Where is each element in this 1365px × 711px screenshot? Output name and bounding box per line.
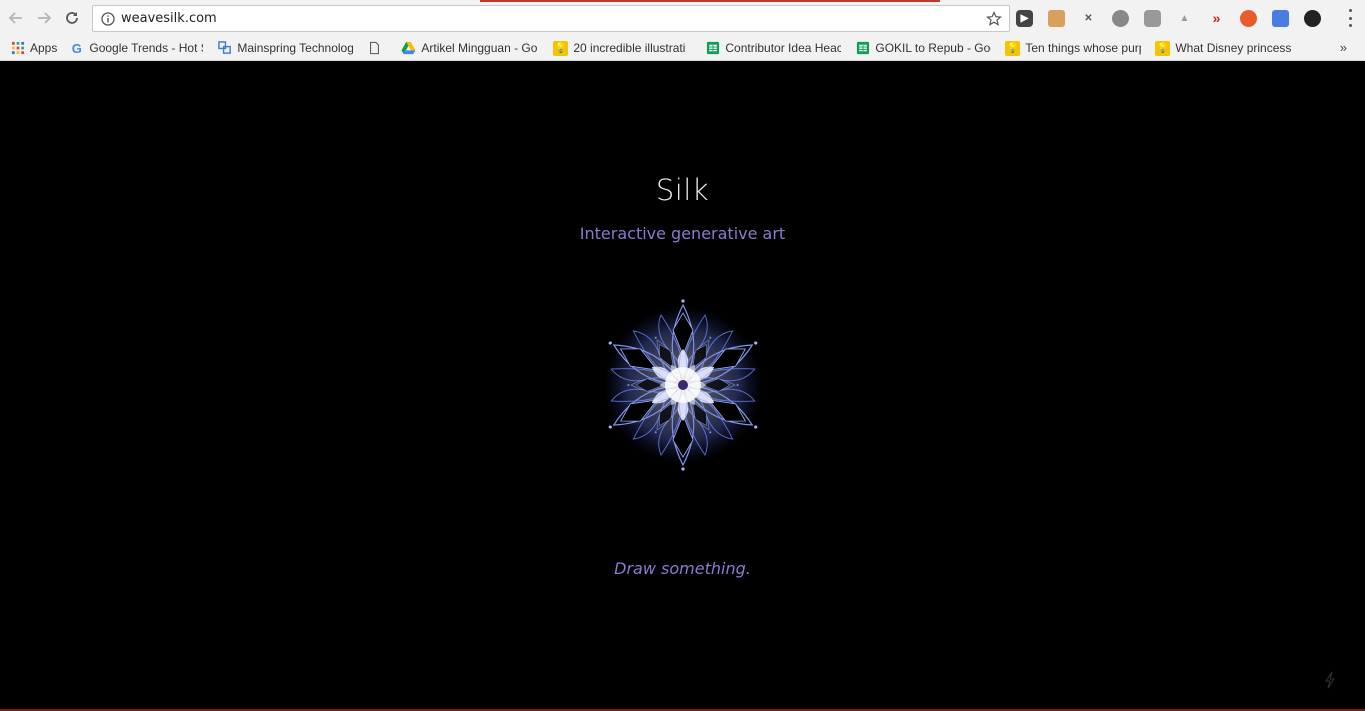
- bookmark-artikel-mingguan[interactable]: Artikel Mingguan - Go: [401, 38, 539, 58]
- silk-canvas[interactable]: Silk Interactive generative art Draw som…: [0, 62, 1365, 711]
- back-arrow-icon: [8, 12, 22, 24]
- mainspring-icon: [217, 41, 232, 56]
- chat-extension-icon[interactable]: [1272, 9, 1289, 27]
- draw-prompt: Draw something.: [614, 559, 751, 578]
- tab-accent-line: [480, 0, 940, 2]
- bookmarks-bar: Apps G Google Trends - Hot S Mainspring …: [0, 36, 1365, 61]
- page-subtitle: Interactive generative art: [579, 224, 786, 243]
- lightbulb-icon: 💡: [553, 40, 569, 56]
- drive-extension-icon[interactable]: ▲: [1176, 10, 1193, 27]
- fire-extension-icon[interactable]: [1240, 9, 1257, 27]
- back-button[interactable]: [4, 6, 28, 30]
- google-icon: G: [71, 40, 82, 56]
- sheets-icon: [855, 41, 870, 56]
- browser-toolbar: weavesilk.com ▶ ✕ ▲ »: [0, 0, 1365, 36]
- apps-grid-icon: [10, 41, 25, 56]
- forward-arrow-icon: [38, 12, 52, 24]
- dark-circle-extension-icon[interactable]: [1304, 9, 1321, 27]
- silk-snowflake-artwork: [598, 298, 768, 472]
- info-icon[interactable]: [101, 11, 115, 26]
- bookmark-contributor-idea[interactable]: Contributor Idea Heac: [705, 38, 841, 58]
- reload-icon: [66, 12, 78, 24]
- sheets-icon: [705, 41, 720, 56]
- bookmark-google-trends[interactable]: G Google Trends - Hot S: [69, 38, 204, 58]
- lightbulb-icon: 💡: [1155, 40, 1171, 56]
- bookmark-what-disney[interactable]: 💡 What Disney princesse: [1155, 38, 1291, 58]
- bookmark-star-icon[interactable]: [986, 10, 1002, 27]
- extensions-area: ▶ ✕ ▲ »: [1016, 8, 1336, 28]
- page-title: Silk: [655, 173, 710, 207]
- page-icon: [367, 41, 382, 56]
- chrome-menu-icon[interactable]: [1349, 9, 1353, 27]
- bookmark-blank-page[interactable]: [367, 38, 387, 58]
- honey-extension-icon[interactable]: [1048, 9, 1065, 27]
- google-drive-icon: [401, 41, 416, 56]
- youtube-extension-icon[interactable]: ▶: [1016, 9, 1033, 27]
- lightning-icon[interactable]: [1323, 671, 1337, 689]
- bookmark-gokil-to-repub[interactable]: GOKIL to Repub - Goo: [855, 38, 991, 58]
- url-text[interactable]: weavesilk.com: [121, 11, 986, 26]
- bookmark-mainspring[interactable]: Mainspring Technolog: [217, 38, 353, 58]
- lightbulb-icon: 💡: [1005, 40, 1021, 56]
- bookmark-apps[interactable]: Apps: [10, 38, 57, 58]
- cube-extension-icon[interactable]: [1144, 9, 1161, 27]
- address-bar[interactable]: weavesilk.com: [92, 5, 1010, 32]
- forward-button[interactable]: [32, 6, 56, 30]
- double-chevron-extension-icon[interactable]: »: [1208, 10, 1225, 27]
- bookmark-ten-things[interactable]: 💡 Ten things whose purp: [1005, 38, 1141, 58]
- more-bookmarks-button[interactable]: »: [1340, 40, 1347, 55]
- reload-button[interactable]: [60, 6, 84, 30]
- feedly-extension-icon[interactable]: ✕: [1080, 10, 1097, 27]
- compass-extension-icon[interactable]: [1112, 9, 1129, 27]
- bookmark-20-incredible[interactable]: 💡 20 incredible illustrati: [553, 38, 691, 58]
